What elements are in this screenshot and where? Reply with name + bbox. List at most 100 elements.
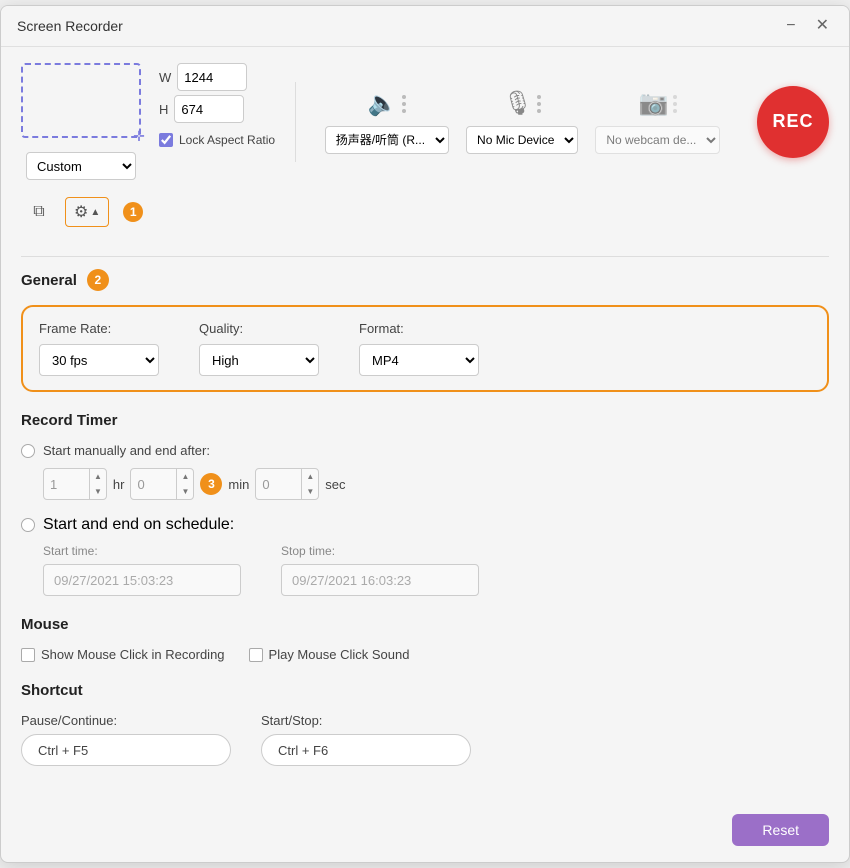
general-section-title: General 2 (21, 269, 829, 291)
sec-unit: sec (325, 477, 345, 492)
crosshair-icon: ✛ (131, 128, 147, 144)
top-section: ✛ Custom Full Screen 1920x1080 1280x720 (21, 63, 829, 180)
shortcut-section: Shortcut Pause/Continue: Start/Stop: (21, 682, 829, 766)
hr-unit: hr (113, 477, 125, 492)
sec-up-button[interactable]: ▲ (302, 469, 318, 484)
schedule-option: Start and end on schedule: (21, 516, 829, 534)
hr-spinners: ▲ ▼ (89, 469, 106, 499)
height-label: H (159, 102, 168, 117)
mic-item: 🎙 No Mic Device (466, 89, 578, 154)
play-sound-item: Play Mouse Click Sound (249, 647, 410, 662)
start-time-input[interactable] (43, 564, 241, 596)
start-shortcut-group: Start/Stop: (261, 713, 471, 766)
show-click-label: Show Mouse Click in Recording (41, 647, 225, 662)
webcam-icon: 📷 (639, 89, 669, 118)
mic-select[interactable]: No Mic Device (466, 126, 578, 154)
mouse-section-title: Mouse (21, 616, 829, 633)
mic-level-dots (537, 95, 541, 113)
stop-time-input[interactable] (281, 564, 479, 596)
pause-shortcut-input[interactable] (21, 734, 231, 766)
min-input[interactable] (131, 469, 176, 499)
hr-down-button[interactable]: ▼ (90, 484, 106, 499)
manual-timer-radio[interactable] (21, 444, 35, 458)
duplicate-icon: ⧉ (33, 203, 44, 221)
mouse-section: Mouse Show Mouse Click in Recording Play… (21, 616, 829, 662)
duplicate-icon-button[interactable]: ⧉ (21, 196, 57, 228)
start-time-group: Start time: (43, 544, 241, 596)
start-shortcut-input[interactable] (261, 734, 471, 766)
height-input[interactable] (174, 95, 244, 123)
lock-ratio-row: Lock Aspect Ratio (159, 133, 275, 147)
stop-time-group: Stop time: (281, 544, 479, 596)
schedule-times-row: Start time: Stop time: (43, 544, 829, 596)
format-select[interactable]: MP4 MOV AVI MKV (359, 344, 479, 376)
mic-icon-row: 🎙 (503, 89, 541, 118)
footer: Reset (1, 802, 849, 862)
reset-button[interactable]: Reset (732, 814, 829, 846)
timer-badge-3: 3 (200, 473, 222, 495)
settings-button[interactable]: ⚙ ▲ (65, 197, 109, 227)
webcam-select[interactable]: No webcam de... (595, 126, 720, 154)
dimension-inputs: W H Lock Aspect Ratio (159, 63, 275, 147)
sec-input[interactable] (256, 469, 301, 499)
speaker-level-dots (402, 95, 406, 113)
width-row: W (159, 63, 275, 91)
capture-area: ✛ Custom Full Screen 1920x1080 1280x720 (21, 63, 275, 180)
section-divider (21, 256, 829, 257)
frame-rate-select[interactable]: 30 fps 24 fps 60 fps (39, 344, 159, 376)
sec-spinners: ▲ ▼ (301, 469, 318, 499)
shortcut-section-title: Shortcut (21, 682, 829, 699)
format-label: Format: (359, 321, 479, 336)
record-timer-title: Record Timer (21, 412, 829, 429)
pause-shortcut-label: Pause/Continue: (21, 713, 231, 728)
start-shortcut-label: Start/Stop: (261, 713, 471, 728)
play-sound-label: Play Mouse Click Sound (269, 647, 410, 662)
quality-label: Quality: (199, 321, 319, 336)
close-button[interactable]: ✕ (812, 16, 833, 36)
gear-icon: ⚙ (74, 202, 88, 222)
preset-dropdown-row: Custom Full Screen 1920x1080 1280x720 (26, 152, 136, 180)
stop-time-label: Stop time: (281, 544, 479, 558)
shortcut-row: Pause/Continue: Start/Stop: (21, 713, 829, 766)
height-row: H (159, 95, 275, 123)
minimize-button[interactable]: − (782, 16, 799, 36)
schedule-radio[interactable] (21, 518, 35, 532)
general-badge: 2 (87, 269, 109, 291)
mic-icon: 🎙 (503, 89, 533, 118)
min-up-button[interactable]: ▲ (177, 469, 193, 484)
speaker-select[interactable]: 扬声器/听筒 (R... (325, 126, 449, 154)
width-input[interactable] (177, 63, 247, 91)
sec-down-button[interactable]: ▼ (302, 484, 318, 499)
lock-aspect-checkbox[interactable] (159, 133, 173, 147)
general-group: Frame Rate: 30 fps 24 fps 60 fps Quality… (21, 305, 829, 392)
play-sound-checkbox[interactable] (249, 648, 263, 662)
preset-select[interactable]: Custom Full Screen 1920x1080 1280x720 (26, 152, 136, 180)
format-group: Format: MP4 MOV AVI MKV (359, 321, 479, 376)
schedule-label: Start and end on schedule: (43, 516, 234, 534)
min-down-button[interactable]: ▼ (177, 484, 193, 499)
screen-recorder-window: Screen Recorder − ✕ ✛ Custom (0, 5, 850, 863)
vertical-divider (295, 82, 296, 162)
width-label: W (159, 70, 171, 85)
frame-rate-label: Frame Rate: (39, 321, 159, 336)
timer-inputs-row: ▲ ▼ hr ▲ ▼ 3 min ▲ (43, 468, 829, 500)
show-click-checkbox[interactable] (21, 648, 35, 662)
quality-select[interactable]: High Low Medium (199, 344, 319, 376)
settings-toolbar: ⧉ ⚙ ▲ 1 (21, 196, 829, 240)
chevron-up-icon: ▲ (90, 207, 100, 218)
title-bar-controls: − ✕ (782, 16, 833, 36)
hr-input[interactable] (44, 469, 89, 499)
audio-video-section: 🔈 扬声器/听筒 (R... 🎙 (316, 89, 729, 154)
start-time-label: Start time: (43, 544, 241, 558)
min-input-box: ▲ ▼ (130, 468, 194, 500)
speaker-icon: 🔈 (368, 89, 398, 118)
quality-group: Quality: High Low Medium (199, 321, 319, 376)
lock-aspect-label: Lock Aspect Ratio (179, 133, 275, 147)
hr-up-button[interactable]: ▲ (90, 469, 106, 484)
pause-shortcut-group: Pause/Continue: (21, 713, 231, 766)
speaker-icon-row: 🔈 (368, 89, 406, 118)
window-title: Screen Recorder (17, 18, 123, 34)
frame-rate-group: Frame Rate: 30 fps 24 fps 60 fps (39, 321, 159, 376)
rec-button[interactable]: REC (757, 86, 829, 158)
manual-timer-option: Start manually and end after: (21, 443, 829, 458)
